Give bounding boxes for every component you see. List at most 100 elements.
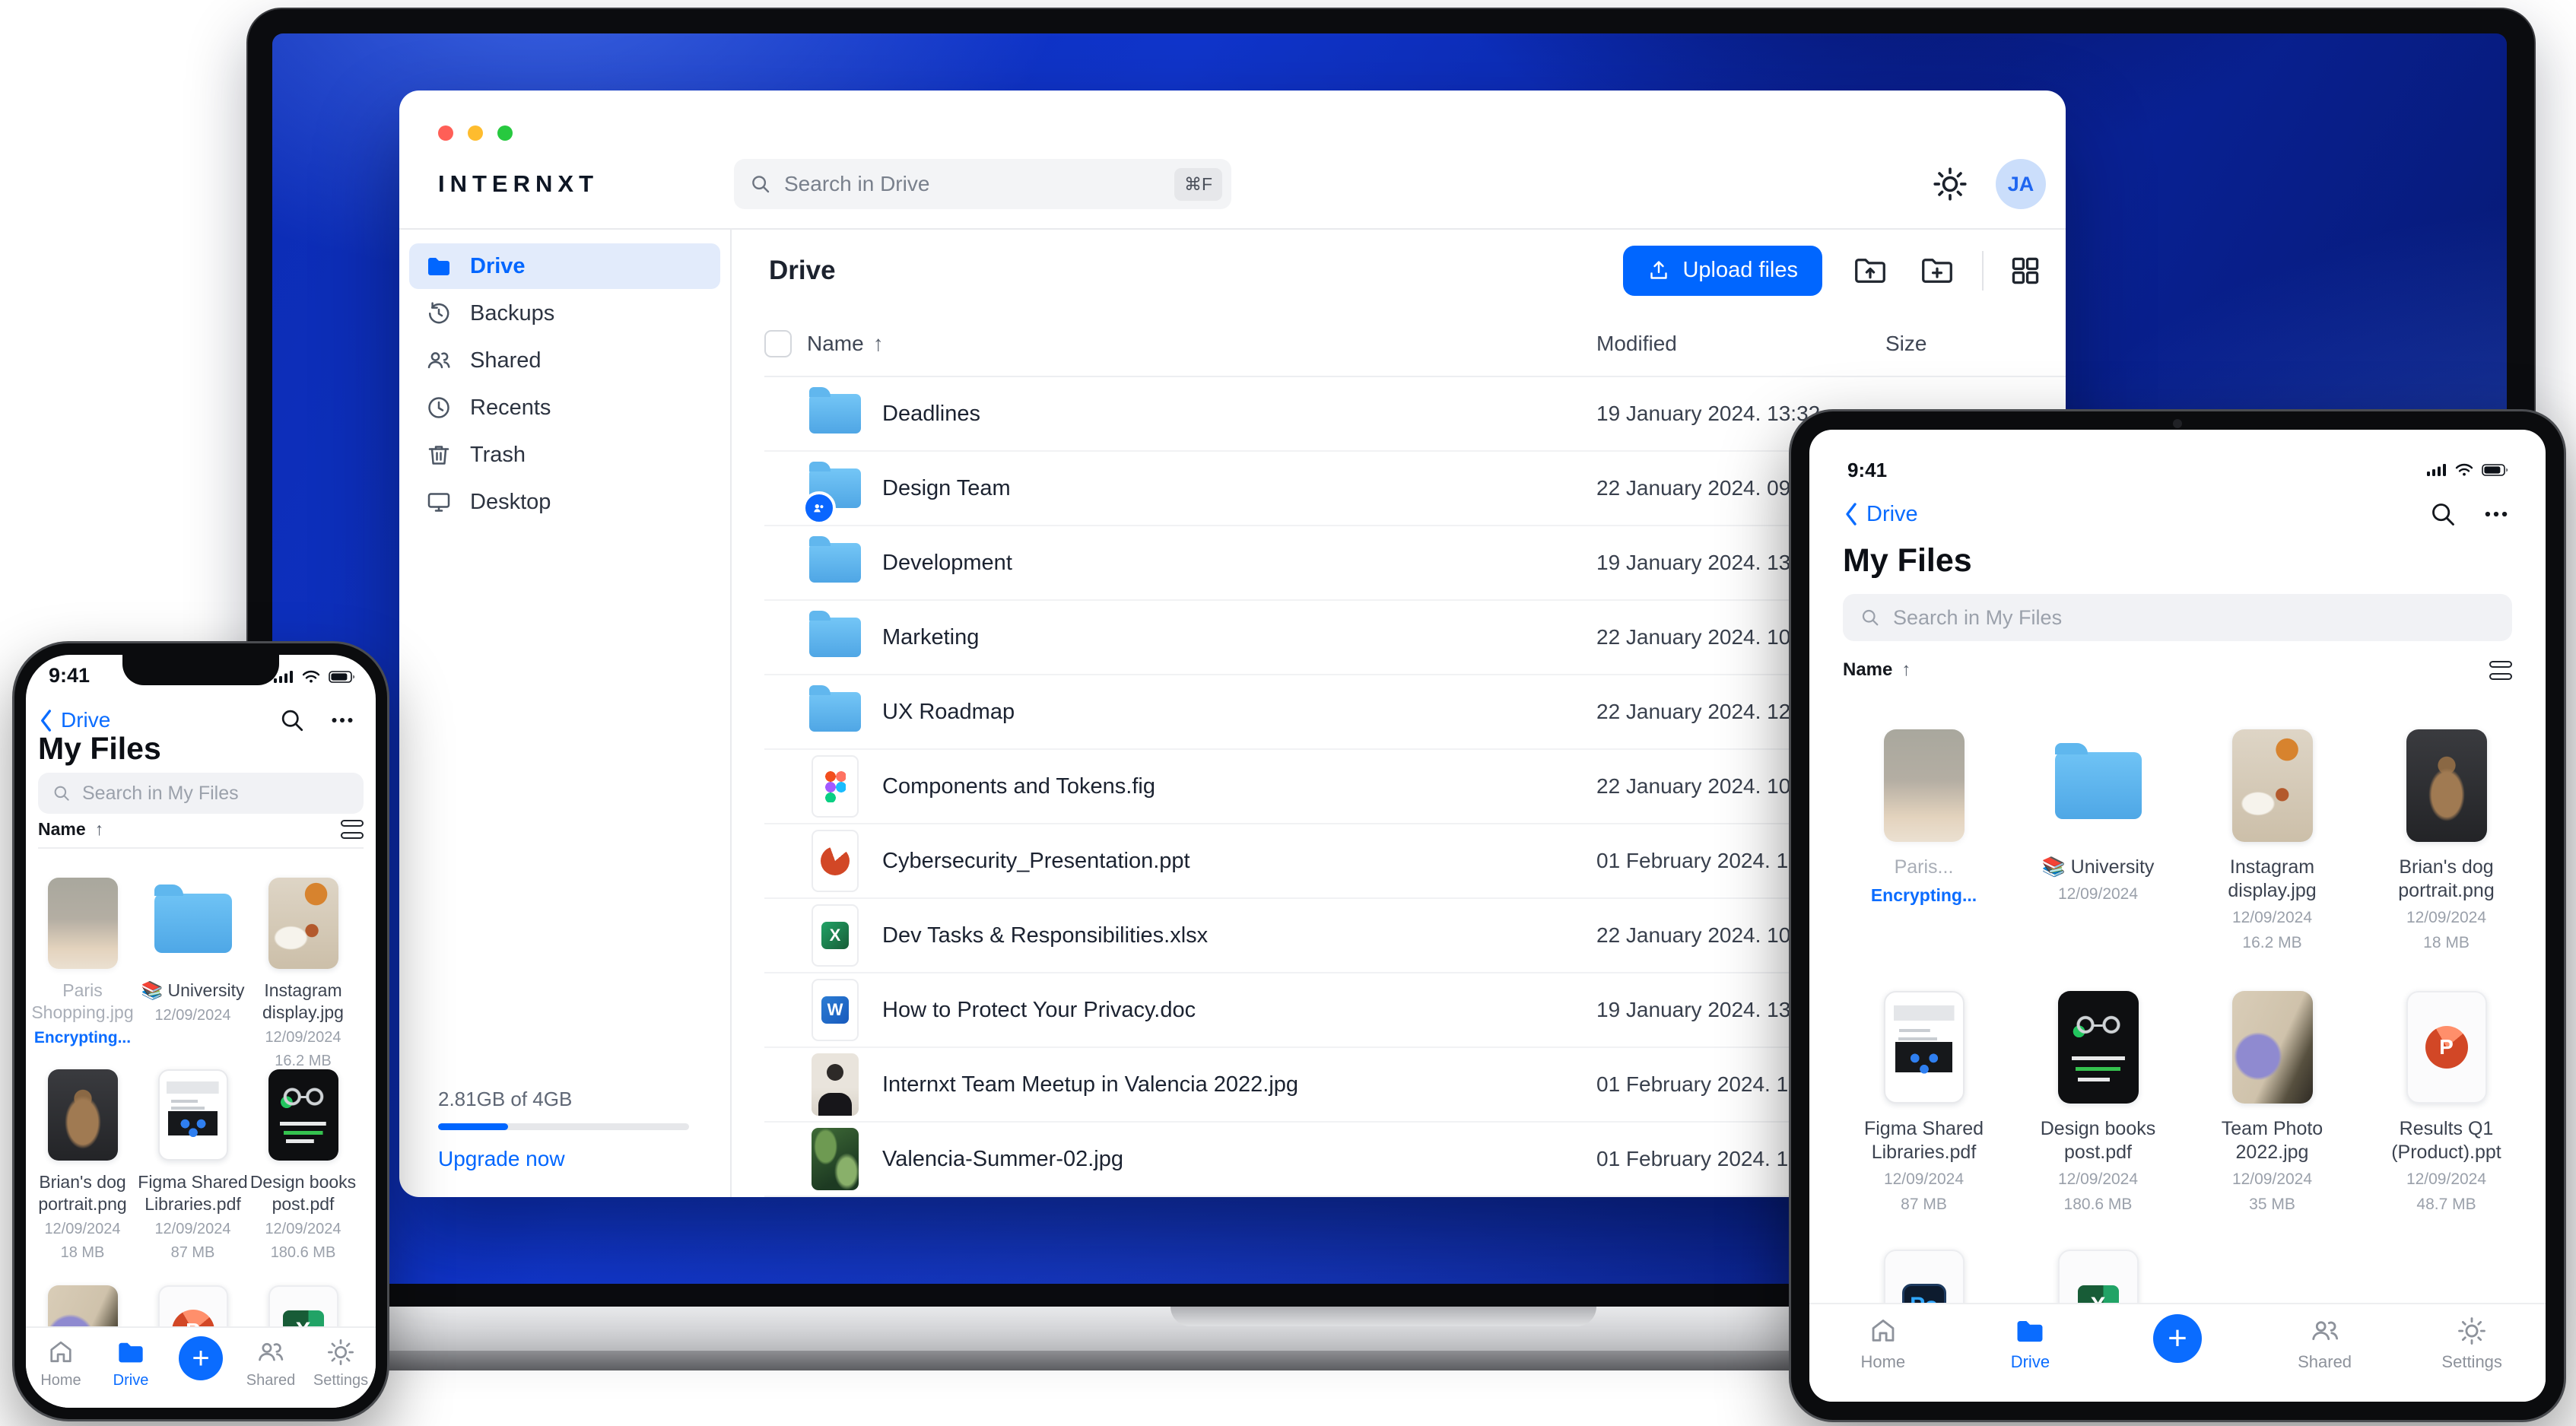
folder-icon xyxy=(807,605,863,669)
column-header-size[interactable]: Size xyxy=(1885,332,2066,356)
sidebar-item-drive[interactable]: Drive xyxy=(409,243,720,289)
page-title: Drive xyxy=(769,255,836,285)
folder-icon xyxy=(154,885,232,953)
window-minimize-button[interactable] xyxy=(468,125,483,141)
add-new-fab[interactable]: + xyxy=(2104,1314,2251,1363)
back-to-drive-button[interactable]: Drive xyxy=(1843,501,1918,527)
file-grid-item[interactable]: Brian's dog portrait.png 12/09/2024 18 M… xyxy=(2359,728,2533,953)
people-icon xyxy=(427,352,450,369)
battery-icon xyxy=(329,671,354,683)
phone-notch xyxy=(122,655,279,685)
upload-folder-button[interactable] xyxy=(1851,252,1889,290)
back-to-drive-button[interactable]: Drive xyxy=(38,708,110,733)
window-controls xyxy=(438,125,513,141)
page-title: My Files xyxy=(1843,542,1972,579)
photo-thumbnail xyxy=(1883,729,1965,842)
mobile-search-bar[interactable] xyxy=(1843,594,2512,641)
drive-search-input[interactable] xyxy=(783,171,1174,197)
shared-badge-icon xyxy=(802,491,836,525)
window-close-button[interactable] xyxy=(438,125,453,141)
upgrade-now-link[interactable]: Upgrade now xyxy=(438,1147,689,1171)
list-view-toggle[interactable] xyxy=(341,820,364,839)
file-grid-item[interactable]: Brian's dog portrait.png 12/09/2024 18 M… xyxy=(27,1068,138,1262)
clock-icon xyxy=(428,397,449,418)
sidebar-item-trash[interactable]: Trash xyxy=(409,432,720,478)
file-grid-item[interactable]: Instagram display.jpg 12/09/2024 16.2 MB xyxy=(2185,728,2359,953)
tab-settings[interactable]: Settings xyxy=(2398,1316,2546,1372)
new-folder-button[interactable] xyxy=(1918,252,1956,290)
photo-thumbnail xyxy=(807,1053,863,1116)
list-view-toggle[interactable] xyxy=(2489,660,2512,680)
grid-view-toggle[interactable] xyxy=(2006,252,2044,290)
drive-folder-icon xyxy=(428,258,449,275)
folder-grid-item[interactable]: 📚 University 12/09/2024 xyxy=(2011,728,2185,953)
sort-control[interactable]: Name ↑ xyxy=(1843,659,2512,681)
file-grid-item[interactable]: Figma Shared Libraries.pdf 12/09/2024 87… xyxy=(1837,989,2011,1215)
pdf-thumbnail xyxy=(268,1069,338,1161)
window-zoom-button[interactable] xyxy=(497,125,513,141)
storage-progress-track xyxy=(438,1123,689,1130)
tablet-camera xyxy=(2173,419,2182,428)
user-avatar[interactable]: JA xyxy=(1996,159,2046,209)
select-all-checkbox[interactable] xyxy=(764,329,792,357)
home-icon xyxy=(50,1341,71,1363)
photo-thumbnail xyxy=(2406,729,2487,842)
tab-drive[interactable]: Drive xyxy=(1957,1316,2104,1372)
more-menu-icon[interactable] xyxy=(329,707,356,734)
sidebar-item-shared[interactable]: Shared xyxy=(409,338,720,383)
file-grid-item[interactable]: Design books post.pdf 12/09/2024 180.6 M… xyxy=(248,1068,358,1262)
settings-gear-button[interactable] xyxy=(1932,166,1968,202)
plus-icon[interactable]: + xyxy=(2152,1314,2202,1363)
folder-grid-item[interactable]: 📚 University 12/09/2024 xyxy=(138,876,248,1071)
storage-progress-fill xyxy=(438,1123,509,1130)
sidebar-item-recents[interactable]: Recents xyxy=(409,385,720,430)
status-icons xyxy=(274,670,356,684)
search-icon xyxy=(752,176,770,193)
table-header: Name ↑ Modified Size xyxy=(764,311,2066,377)
search-icon[interactable] xyxy=(278,707,306,734)
mobile-search-input[interactable] xyxy=(1892,605,2495,630)
sidebar-item-backups[interactable]: Backups xyxy=(409,291,720,336)
add-new-fab[interactable]: + xyxy=(166,1336,236,1380)
sidebar-item-label: Desktop xyxy=(470,489,551,514)
upload-files-label: Upload files xyxy=(1682,258,1798,282)
tab-home[interactable]: Home xyxy=(26,1338,96,1389)
file-grid-item[interactable]: Paris Shopping.jpg Encrypting... xyxy=(27,876,138,1071)
mobile-search-input[interactable] xyxy=(81,781,350,805)
tab-drive[interactable]: Drive xyxy=(96,1338,166,1389)
file-grid-item[interactable]: Paris... Encrypting... xyxy=(1837,728,2011,953)
tab-home[interactable]: Home xyxy=(1809,1316,1957,1372)
upload-files-button[interactable]: Upload files xyxy=(1623,245,1822,296)
plus-icon[interactable]: + xyxy=(179,1336,223,1380)
pdf-thumbnail xyxy=(157,1069,228,1161)
tab-shared[interactable]: Shared xyxy=(2251,1316,2399,1372)
column-header-modified[interactable]: Modified xyxy=(1596,332,1885,356)
sort-arrow: ↑ xyxy=(94,819,104,839)
folder-icon xyxy=(807,680,863,744)
phone-tab-bar: Home Drive + Shared Settings xyxy=(26,1326,376,1408)
phone-screen: 9:41 Drive My Files Name↑ xyxy=(26,655,376,1408)
sidebar-item-label: Trash xyxy=(470,442,526,467)
tab-settings[interactable]: Settings xyxy=(306,1338,376,1389)
sort-control[interactable]: Name ↑ xyxy=(38,819,364,840)
file-grid-item[interactable]: Team Photo 2022.jpg 12/09/2024 35 MB xyxy=(2185,989,2359,1215)
file-grid-item[interactable]: Design books post.pdf 12/09/2024 180.6 M… xyxy=(2011,989,2185,1215)
search-icon xyxy=(54,786,69,801)
chevron-left-icon xyxy=(1846,503,1857,526)
file-grid-item[interactable]: Figma Shared Libraries.pdf 12/09/2024 87… xyxy=(138,1068,248,1262)
tablet-device: 9:41 Drive My Files Name↑ xyxy=(1789,409,2566,1422)
file-grid-item[interactable]: P Results Q1 (Product).ppt 12/09/2024 48… xyxy=(2359,989,2533,1215)
folder-plus-icon xyxy=(1922,258,1952,283)
storage-usage-text: 2.81GB of 4GB xyxy=(438,1088,573,1110)
file-grid-item[interactable]: Instagram display.jpg 12/09/2024 16.2 MB xyxy=(248,876,358,1071)
more-menu-icon[interactable] xyxy=(2482,500,2511,529)
signal-icon xyxy=(2427,464,2446,476)
mobile-search-bar[interactable] xyxy=(38,773,364,814)
drive-search-bar[interactable]: ⌘F xyxy=(734,159,1231,209)
upload-icon xyxy=(1650,260,1668,279)
word-file-icon: W xyxy=(807,978,863,1042)
sidebar-item-desktop[interactable]: Desktop xyxy=(409,479,720,525)
search-icon[interactable] xyxy=(2428,500,2457,529)
tab-shared[interactable]: Shared xyxy=(236,1338,306,1389)
column-header-name[interactable]: Name ↑ xyxy=(807,332,1596,356)
